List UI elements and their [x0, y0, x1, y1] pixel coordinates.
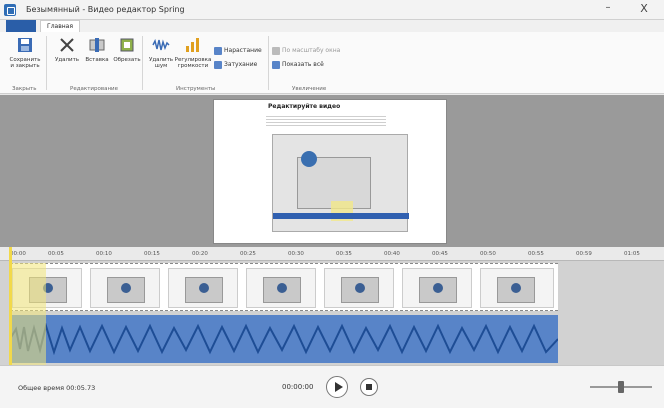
preview-text-lines	[266, 114, 386, 128]
preview-area: Редактируйте видео	[0, 95, 664, 247]
audio-track[interactable]	[10, 315, 558, 363]
save-and-close-button[interactable]: Сохранить и закрыть	[8, 36, 42, 82]
group-separator	[268, 36, 269, 90]
fade-in-button[interactable]: Нарастание	[214, 46, 262, 55]
playback-bar: Общее время 00:05.73 00:00:00	[0, 365, 664, 408]
ruler-tick: 00:45	[432, 251, 448, 257]
video-thumbnail[interactable]	[246, 268, 316, 308]
group-separator	[46, 36, 47, 90]
total-time: Общее время 00:05.73	[18, 384, 96, 392]
timeline[interactable]: 00:00 00:05 00:10 00:15 00:20 00:25 00:3…	[0, 247, 664, 365]
file-menu-tab[interactable]	[6, 20, 36, 32]
cut-icon	[60, 38, 74, 52]
minimize-button[interactable]: –	[600, 2, 616, 16]
group-label-zoom: Увеличение	[292, 86, 327, 92]
video-thumbnail[interactable]	[480, 268, 554, 308]
preview-logo-icon	[301, 151, 317, 167]
volume-adjust-button[interactable]: Регулировка громкости	[174, 36, 212, 82]
selection-region[interactable]	[10, 263, 46, 365]
ruler-tick: 00:00	[10, 251, 26, 257]
fade-in-icon	[214, 46, 222, 55]
current-time: 00:00:00	[282, 383, 314, 391]
delete-button[interactable]: Удалить	[50, 36, 84, 82]
ruler-tick: 00:30	[288, 251, 304, 257]
volume-adjust-label: Регулировка громкости	[174, 57, 212, 69]
video-track[interactable]	[10, 263, 558, 311]
video-preview: Редактируйте видео	[213, 99, 447, 244]
video-thumbnail[interactable]	[168, 268, 238, 308]
play-button[interactable]	[326, 376, 348, 398]
group-label-close: Закрыть	[12, 86, 37, 92]
insert-button[interactable]: Вставка	[80, 36, 114, 82]
stop-button[interactable]	[360, 378, 378, 396]
noise-icon	[152, 38, 170, 51]
audio-waveform	[10, 323, 558, 355]
ruler-tick: 01:05	[624, 251, 640, 257]
ruler-tick: 00:40	[384, 251, 400, 257]
show-all-label: Показать всё	[282, 61, 324, 68]
remove-noise-button[interactable]: Удалить шум	[144, 36, 178, 82]
ruler-tick: 00:15	[144, 251, 160, 257]
fade-out-label: Затухание	[224, 61, 258, 68]
show-all-button[interactable]: Показать всё	[272, 60, 324, 69]
ribbon-tabs: Главная	[0, 20, 664, 32]
fade-out-button[interactable]: Затухание	[214, 60, 257, 69]
tab-home[interactable]: Главная	[40, 20, 80, 32]
video-thumbnail[interactable]	[324, 268, 394, 308]
ruler-tick: 00:35	[336, 251, 352, 257]
crop-icon	[120, 38, 134, 52]
preview-audio-bar	[273, 213, 409, 219]
ruler-tick: 00:20	[192, 251, 208, 257]
app-icon	[4, 4, 16, 16]
ruler-tick: 00:59	[576, 251, 592, 257]
title-bar: Безымянный - Видео редактор Spring – X	[0, 0, 664, 20]
fade-out-icon	[214, 60, 222, 69]
insert-icon	[89, 38, 105, 52]
crop-label: Обрезать	[113, 57, 141, 63]
delete-label: Удалить	[54, 57, 80, 63]
fit-window-label: По масштабу окна	[282, 47, 341, 54]
remove-noise-label: Удалить шум	[148, 57, 174, 69]
close-button[interactable]: X	[636, 2, 652, 16]
preview-heading: Редактируйте видео	[268, 103, 341, 110]
group-separator	[142, 36, 143, 90]
video-thumbnail[interactable]	[402, 268, 472, 308]
insert-label: Вставка	[85, 57, 109, 63]
window-title: Безымянный - Видео редактор Spring	[26, 5, 185, 14]
preview-screenshot	[272, 134, 409, 232]
fit-window-button[interactable]: По масштабу окна	[272, 46, 340, 55]
show-all-icon	[272, 60, 280, 69]
volume-icon	[186, 38, 199, 52]
ruler-tick: 00:50	[480, 251, 496, 257]
ruler-tick: 00:25	[240, 251, 256, 257]
zoom-slider-handle[interactable]	[618, 381, 624, 393]
crop-button[interactable]: Обрезать	[110, 36, 144, 82]
save-icon	[18, 38, 32, 52]
fit-icon	[272, 46, 280, 55]
save-and-close-label: Сохранить и закрыть	[9, 57, 41, 69]
ribbon-toolbar: Сохранить и закрыть Удалить Вставка Обре…	[0, 32, 664, 94]
group-label-tools: Инструменты	[176, 86, 216, 92]
playhead-marker[interactable]	[9, 247, 12, 365]
ruler-tick: 00:10	[96, 251, 112, 257]
ruler-tick: 00:05	[48, 251, 64, 257]
video-thumbnail[interactable]	[90, 268, 160, 308]
fade-in-label: Нарастание	[224, 47, 262, 54]
group-label-editing: Редактирование	[70, 86, 118, 92]
timeline-ruler[interactable]: 00:00 00:05 00:10 00:15 00:20 00:25 00:3…	[0, 247, 664, 261]
ruler-tick: 00:55	[528, 251, 544, 257]
